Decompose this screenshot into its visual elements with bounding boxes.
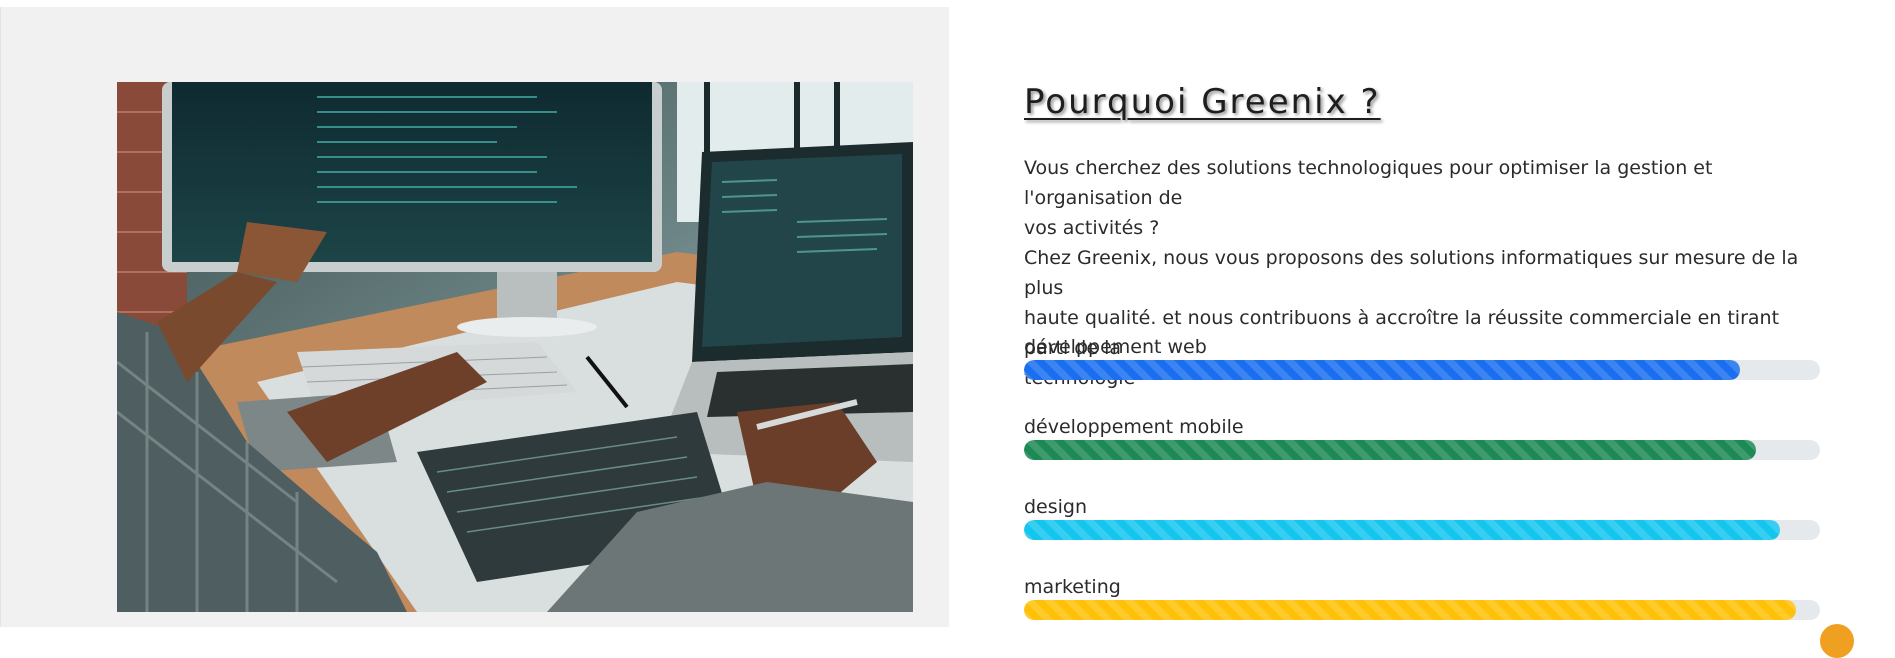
skill-label: marketing (1024, 576, 1121, 598)
progress-track (1024, 440, 1820, 460)
intro-line: Vous cherchez des solutions technologiqu… (1024, 157, 1713, 209)
skill-web: dévelppement web (1024, 335, 1820, 380)
section-title: Pourquoi Greenix ? (1024, 82, 1381, 122)
intro-line: Chez Greenix, nous vous proposons des so… (1024, 247, 1799, 299)
intro-line: vos activités ? (1024, 217, 1160, 239)
skill-design: design (1024, 495, 1820, 540)
progress-fill-marketing (1024, 600, 1797, 620)
image-panel (0, 7, 949, 627)
scroll-top-icon[interactable] (1820, 624, 1854, 658)
progress-fill-mobile (1024, 440, 1757, 460)
skill-mobile: développement mobile (1024, 415, 1820, 460)
progress-fill-web (1024, 360, 1741, 380)
progress-fill-design (1024, 520, 1781, 540)
skill-label: design (1024, 496, 1088, 518)
progress-track (1024, 520, 1820, 540)
progress-track (1024, 360, 1820, 380)
progress-track (1024, 600, 1820, 620)
why-greenix-section: Pourquoi Greenix ? Vous cherchez des sol… (1024, 0, 1824, 627)
skill-marketing: marketing (1024, 575, 1820, 620)
developers-photo (117, 82, 913, 612)
skill-label: dévelppement web (1024, 336, 1207, 358)
skill-label: développement mobile (1024, 416, 1244, 438)
